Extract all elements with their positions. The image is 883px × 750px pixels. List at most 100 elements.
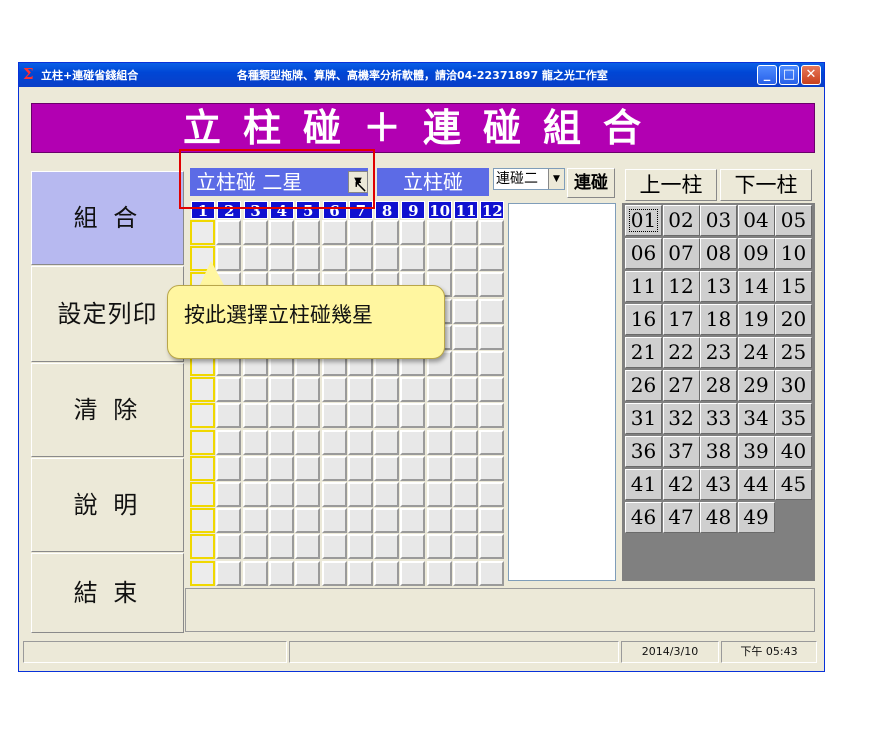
grid-cell[interactable]	[374, 508, 400, 534]
number-button[interactable]: 09	[737, 238, 775, 269]
number-button[interactable]: 03	[700, 205, 737, 236]
number-button[interactable]: 23	[700, 337, 737, 368]
grid-cell[interactable]	[400, 246, 426, 272]
grid-cell[interactable]	[374, 403, 400, 429]
grid-cell[interactable]	[426, 482, 452, 507]
grid-cell[interactable]	[374, 534, 400, 560]
number-button[interactable]: 24	[737, 337, 775, 368]
number-button[interactable]: 16	[625, 304, 662, 335]
number-button[interactable]: 14	[737, 271, 775, 302]
grid-cell[interactable]	[479, 534, 505, 560]
grid-cell[interactable]	[453, 246, 478, 272]
number-button[interactable]: 38	[700, 436, 737, 467]
grid-cell[interactable]	[479, 351, 505, 376]
prev-column-button[interactable]: 上一柱	[625, 169, 717, 201]
close-button[interactable]: ✕	[801, 65, 821, 85]
number-button[interactable]: 15	[775, 271, 812, 302]
number-button[interactable]: 11	[625, 271, 662, 302]
grid-cell[interactable]	[347, 455, 373, 481]
print-settings-button[interactable]: 設定列印	[31, 266, 184, 362]
grid-cell[interactable]	[374, 429, 400, 455]
grid-cell[interactable]	[268, 429, 294, 455]
grid-cell[interactable]	[321, 377, 347, 403]
number-button[interactable]: 37	[662, 436, 700, 467]
grid-cell[interactable]	[268, 220, 294, 245]
grid-cell[interactable]	[268, 482, 294, 507]
grid-cell[interactable]	[190, 220, 215, 245]
number-button[interactable]: 42	[662, 469, 700, 500]
grid-cell[interactable]	[453, 403, 478, 429]
grid-cell[interactable]	[295, 220, 321, 245]
grid-cell[interactable]	[426, 508, 452, 534]
grid-cell[interactable]	[242, 534, 268, 560]
grid-cell[interactable]	[479, 298, 505, 324]
grid-column-header[interactable]: 12	[480, 201, 505, 220]
grid-cell[interactable]	[295, 560, 321, 586]
grid-cell[interactable]	[321, 403, 347, 429]
connect-button[interactable]: 連碰	[567, 168, 615, 198]
number-button[interactable]: 33	[700, 403, 737, 434]
grid-cell[interactable]	[321, 429, 347, 455]
grid-cell[interactable]	[453, 324, 478, 350]
grid-cell[interactable]	[295, 482, 321, 507]
grid-cell[interactable]	[347, 534, 373, 560]
grid-cell[interactable]	[321, 246, 347, 272]
grid-cell[interactable]	[426, 377, 452, 403]
number-button[interactable]: 28	[700, 370, 737, 401]
grid-cell[interactable]	[374, 455, 400, 481]
number-button[interactable]: 43	[700, 469, 737, 500]
grid-cell[interactable]	[347, 508, 373, 534]
grid-cell[interactable]	[321, 482, 347, 507]
number-button[interactable]: 29	[737, 370, 775, 401]
grid-cell[interactable]	[295, 429, 321, 455]
grid-cell[interactable]	[190, 508, 215, 534]
grid-cell[interactable]	[216, 377, 242, 403]
grid-cell[interactable]	[190, 482, 215, 507]
grid-cell[interactable]	[347, 482, 373, 507]
number-button[interactable]: 45	[775, 469, 812, 500]
grid-cell[interactable]	[190, 534, 215, 560]
grid-cell[interactable]	[453, 482, 478, 507]
number-button[interactable]: 41	[625, 469, 662, 500]
number-button[interactable]: 25	[775, 337, 812, 368]
maximize-button[interactable]: □	[779, 65, 799, 85]
grid-cell[interactable]	[453, 560, 478, 586]
grid-cell[interactable]	[190, 429, 215, 455]
grid-cell[interactable]	[479, 482, 505, 507]
number-button[interactable]: 20	[775, 304, 812, 335]
grid-cell[interactable]	[190, 455, 215, 481]
number-button[interactable]: 10	[775, 238, 812, 269]
grid-cell[interactable]	[242, 403, 268, 429]
next-column-button[interactable]: 下一柱	[720, 169, 812, 201]
grid-cell[interactable]	[400, 482, 426, 507]
number-button[interactable]: 22	[662, 337, 700, 368]
grid-cell[interactable]	[216, 534, 242, 560]
grid-cell[interactable]	[242, 455, 268, 481]
grid-cell[interactable]	[426, 429, 452, 455]
grid-cell[interactable]	[400, 220, 426, 245]
grid-cell[interactable]	[426, 246, 452, 272]
grid-cell[interactable]	[242, 429, 268, 455]
number-button[interactable]: 47	[662, 502, 700, 533]
grid-cell[interactable]	[216, 482, 242, 507]
grid-cell[interactable]	[242, 377, 268, 403]
grid-cell[interactable]	[321, 560, 347, 586]
grid-cell[interactable]	[426, 220, 452, 245]
number-button[interactable]: 17	[662, 304, 700, 335]
number-button[interactable]: 34	[737, 403, 775, 434]
number-button[interactable]: 48	[700, 502, 737, 533]
grid-cell[interactable]	[400, 403, 426, 429]
chevron-down-icon[interactable]: ▼	[548, 169, 564, 189]
result-listbox[interactable]	[508, 203, 616, 581]
grid-cell[interactable]	[400, 377, 426, 403]
grid-cell[interactable]	[216, 455, 242, 481]
number-button[interactable]: 44	[737, 469, 775, 500]
number-button[interactable]: 19	[737, 304, 775, 335]
help-button[interactable]: 說 明	[31, 458, 184, 552]
grid-cell[interactable]	[426, 455, 452, 481]
title-bar[interactable]: Σ 立柱+連碰省錢組合 各種類型拖牌、算牌、高機率分析軟體，請洽04-22371…	[19, 63, 824, 87]
number-button[interactable]: 04	[737, 205, 775, 236]
grid-cell[interactable]	[321, 220, 347, 245]
number-button[interactable]: 40	[775, 436, 812, 467]
number-button[interactable]: 27	[662, 370, 700, 401]
